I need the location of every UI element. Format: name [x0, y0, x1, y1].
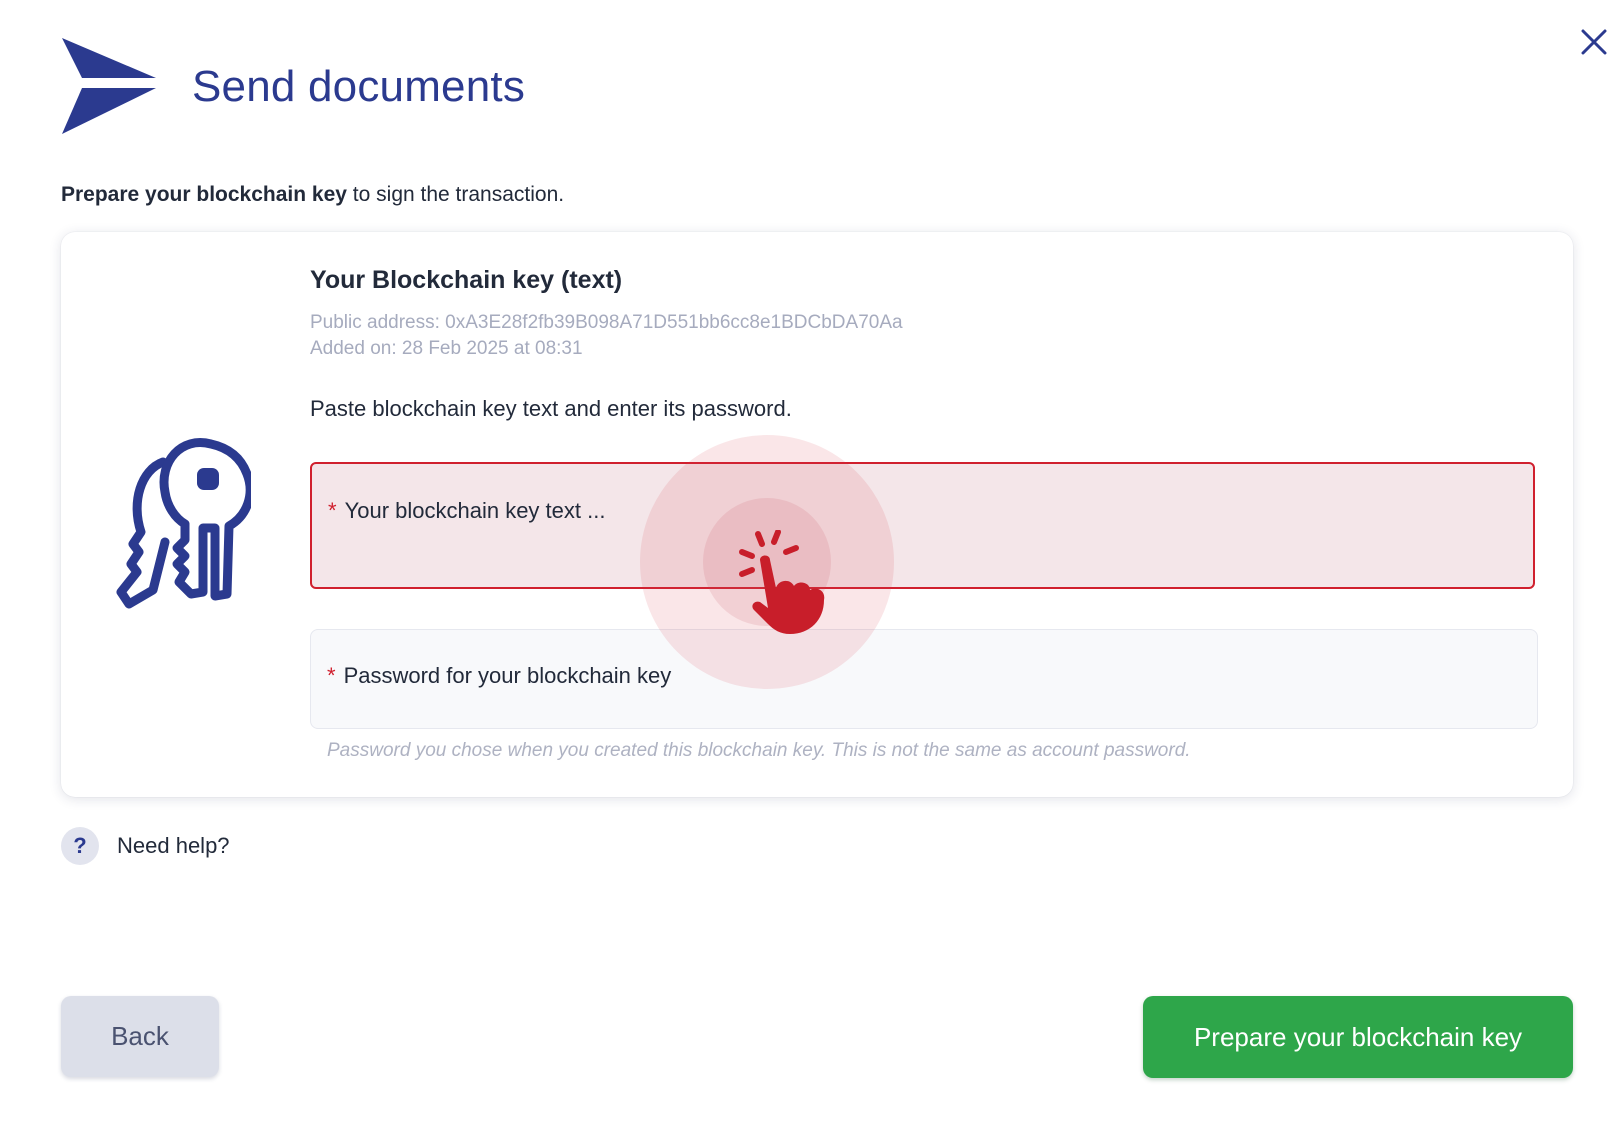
- close-button[interactable]: [1572, 20, 1616, 64]
- required-mark: *: [328, 498, 337, 523]
- intro-text-rest: to sign the transaction.: [346, 183, 565, 206]
- password-hint: Password you chose when you created this…: [327, 740, 1191, 761]
- public-address: Public address: 0xA3E28f2fb39B098A71D551…: [310, 312, 903, 333]
- password-field-label: * Password for your blockchain key: [327, 663, 671, 689]
- password-field-placeholder: Password for your blockchain key: [343, 663, 672, 688]
- close-icon: [1581, 29, 1607, 55]
- need-help-label: Need help?: [117, 833, 230, 858]
- instruction-text: Paste blockchain key text and enter its …: [310, 396, 792, 421]
- blockchain-key-card: Your Blockchain key (text) Public addres…: [61, 232, 1573, 797]
- keys-icon: [116, 438, 251, 609]
- key-password-field[interactable]: * Password for your blockchain key: [310, 629, 1538, 729]
- intro-text: Prepare your blockchain key to sign the …: [61, 183, 564, 207]
- page-title: Send documents: [192, 62, 526, 111]
- prepare-key-button[interactable]: Prepare your blockchain key: [1143, 996, 1573, 1078]
- added-on: Added on: 28 Feb 2025 at 08:31: [310, 338, 583, 359]
- key-field-placeholder: Your blockchain key text ...: [344, 498, 606, 523]
- key-meta: Public address: 0xA3E28f2fb39B098A71D551…: [310, 310, 903, 362]
- required-mark: *: [327, 663, 336, 688]
- need-help-link[interactable]: ? Need help?: [61, 826, 230, 866]
- card-title: Your Blockchain key (text): [310, 266, 623, 294]
- intro-text-bold: Prepare your blockchain key: [61, 183, 347, 206]
- back-button[interactable]: Back: [61, 996, 219, 1077]
- question-mark-icon: ?: [61, 827, 99, 865]
- key-field-label: * Your blockchain key text ...: [328, 498, 605, 524]
- paper-plane-icon: [62, 38, 156, 134]
- blockchain-key-text-field[interactable]: * Your blockchain key text ...: [310, 462, 1535, 589]
